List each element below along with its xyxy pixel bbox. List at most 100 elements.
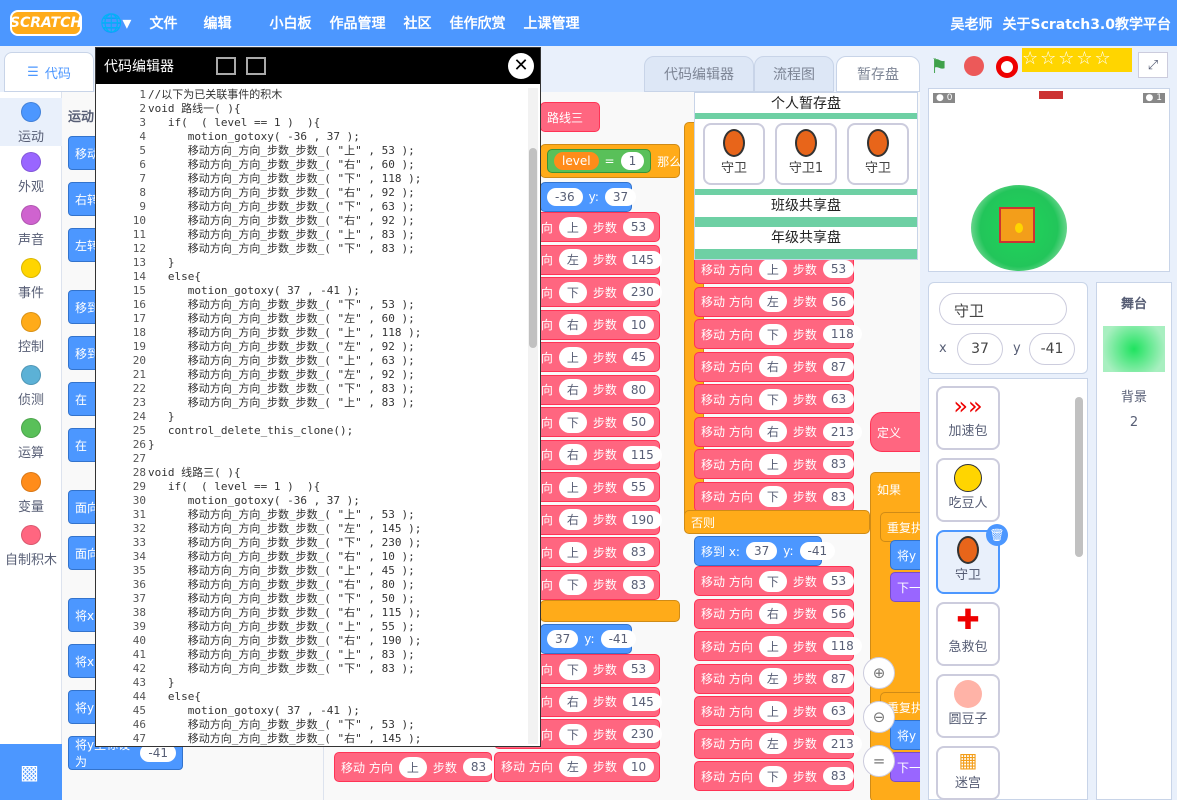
scrollbar-thumb[interactable] xyxy=(529,148,537,348)
next-costume-block[interactable]: 下一 xyxy=(890,572,920,602)
steps-input[interactable]: 53 xyxy=(822,260,855,278)
steps-input[interactable]: 53 xyxy=(622,660,655,678)
move-block[interactable]: 移动 方向下步数 63 xyxy=(694,384,855,414)
star-rating-icon[interactable]: ☆☆☆☆☆ xyxy=(1022,48,1132,72)
code-line[interactable]: 移动方向_方向_步数_步数_( "下" , 83 ); xyxy=(148,662,415,676)
steps-input[interactable]: 230 xyxy=(622,283,662,301)
code-editor-titlebar[interactable]: 代码编辑器 ✕ xyxy=(96,48,540,84)
code-line[interactable]: 移动方向_方向_步数_步数_( "下" , 83 ); xyxy=(148,382,415,396)
steps-input[interactable]: 83 xyxy=(622,575,655,594)
steps-input[interactable]: 10 xyxy=(622,757,655,776)
steps-input[interactable]: 53 xyxy=(822,572,855,590)
zoom-out-button[interactable]: ⊖ xyxy=(863,701,895,733)
class-stash-title[interactable]: 班级共享盘 xyxy=(695,195,917,215)
direction-input[interactable]: 上 xyxy=(758,258,787,280)
define-block[interactable]: 定义 xyxy=(870,412,920,452)
code-line[interactable]: 移动方向_方向_步数_步数_( "上" , 83 ); xyxy=(148,648,415,662)
move-block[interactable]: 移动 方向下步数83 xyxy=(694,481,855,512)
category-sound[interactable]: 声音 xyxy=(0,205,62,248)
code-line[interactable]: 移动方向_方向_步数_步数_( "左" , 92 ); xyxy=(148,368,415,382)
steps-input[interactable]: 83 xyxy=(822,767,855,785)
steps-input[interactable]: 80 xyxy=(622,380,655,399)
steps-input[interactable]: 118 xyxy=(822,637,862,655)
level-equals-block[interactable]: level = 1 xyxy=(547,149,652,173)
stash-item[interactable]: 守卫1 xyxy=(775,123,837,185)
about-link[interactable]: 关于Scratch3.0教学平台 xyxy=(1003,14,1172,34)
direction-input[interactable]: 下 xyxy=(558,574,587,595)
direction-input[interactable]: 下 xyxy=(758,323,787,345)
set-y-block[interactable]: 将y xyxy=(890,540,920,570)
extension-button[interactable]: ▩ xyxy=(0,744,62,800)
user-name[interactable]: 吴老师 xyxy=(951,14,993,34)
sprite-list-scrollbar[interactable] xyxy=(1075,397,1083,557)
category-motion[interactable]: 运动 xyxy=(0,98,62,146)
steps-input[interactable]: 115 xyxy=(622,445,662,464)
steps-input[interactable]: 213 xyxy=(822,422,862,441)
direction-input[interactable]: 左 xyxy=(558,249,587,270)
code-line[interactable]: 移动方向_方向_步数_步数_( "上" , 53 ); xyxy=(148,508,415,522)
steps-input[interactable]: 230 xyxy=(622,725,662,743)
code-line[interactable]: 移动方向_方向_步数_步数_( "上" , 45 ); xyxy=(148,564,415,578)
code-line[interactable]: 移动方向_方向_步数_步数_( "右" , 115 ); xyxy=(148,606,422,620)
code-line[interactable]: 移动方向_方向_步数_步数_( "下" , 53 ); xyxy=(148,718,415,732)
direction-input[interactable]: 下 xyxy=(758,486,787,507)
green-flag-icon[interactable]: ⚑ xyxy=(930,54,948,78)
steps-input[interactable]: 63 xyxy=(822,390,855,408)
code-line[interactable]: else{ xyxy=(148,270,201,284)
code-line[interactable]: 移动方向_方向_步数_步数_( "下" , 230 ); xyxy=(148,536,422,550)
stage-canvas[interactable]: ● 0 ● 1 xyxy=(928,88,1170,272)
code-line[interactable]: 移动方向_方向_步数_步数_( "左" , 60 ); xyxy=(148,312,415,326)
code-line[interactable]: } xyxy=(148,410,175,424)
stop-icon[interactable] xyxy=(964,56,984,76)
goto-xy-block[interactable]: 37 y: -41 xyxy=(540,624,637,654)
steps-input[interactable]: 53 xyxy=(622,218,655,236)
code-line[interactable]: 移动方向_方向_步数_步数_( "左" , 145 ); xyxy=(148,522,422,536)
direction-input[interactable]: 下 xyxy=(758,570,787,592)
code-text-area[interactable]: 1//以下为已关联事件的积木 2 void 路线一( ){3 if( ( level… xyxy=(96,84,526,746)
menu-whiteboard[interactable]: 小白板 xyxy=(269,13,311,33)
direction-input[interactable]: 右 xyxy=(558,509,587,530)
sprite-tile[interactable]: ▦ 迷宫 xyxy=(936,746,1000,800)
code-line[interactable]: 移动方向_方向_步数_步数_( "下" , 50 ); xyxy=(148,592,415,606)
menu-edit[interactable]: 编辑 xyxy=(203,13,231,33)
code-line[interactable]: 移动方向_方向_步数_步数_( "上" , 55 ); xyxy=(148,620,415,634)
code-line[interactable]: control_delete_this_clone(); xyxy=(148,424,353,438)
repeat-block[interactable]: 重复执 xyxy=(880,512,920,542)
direction-input[interactable]: 下 xyxy=(558,281,587,303)
tab-flowchart[interactable]: 流程图 xyxy=(754,56,834,92)
globe-icon[interactable]: 🌐▾ xyxy=(100,13,131,34)
direction-input[interactable]: 右 xyxy=(558,691,587,712)
direction-input[interactable]: 下 xyxy=(558,658,587,680)
sprite-tile[interactable]: 吃豆人 xyxy=(936,458,1000,522)
category-control[interactable]: 控制 xyxy=(0,312,62,355)
move-block[interactable]: 移动 方向左步数 56 xyxy=(694,286,855,317)
move-block[interactable]: 移动 方向右步数 87 xyxy=(694,351,855,382)
steps-input[interactable]: 55 xyxy=(622,478,655,496)
direction-input[interactable]: 上 xyxy=(558,346,587,368)
code-line[interactable]: 移动方向_方向_步数_步数_( "下" , 83 ); xyxy=(148,242,415,256)
direction-input[interactable]: 上 xyxy=(558,541,587,563)
steps-input[interactable]: 118 xyxy=(822,325,862,343)
code-line[interactable]: 移动方向_方向_步数_步数_( "上" , 83 ); xyxy=(148,396,415,410)
delete-icon[interactable]: 🗑 xyxy=(986,524,1008,546)
code-scrollbar[interactable] xyxy=(528,88,538,744)
minimize-icon[interactable] xyxy=(216,57,236,75)
move-block[interactable]: 移动 方向左步数 87 xyxy=(694,663,855,694)
move-block[interactable]: 移动 方向下步数 118 xyxy=(694,319,862,349)
code-line[interactable]: 移动方向_方向_步数_步数_( "上" , 118 ); xyxy=(148,326,422,340)
steps-input[interactable]: 63 xyxy=(822,702,855,720)
backdrop-thumbnail[interactable] xyxy=(1103,326,1165,372)
move-block[interactable]: 移动 方向下步数83 xyxy=(694,761,855,791)
grade-stash-title[interactable]: 年级共享盘 xyxy=(695,227,917,247)
zoom-reset-button[interactable]: = xyxy=(863,745,895,777)
zoom-in-button[interactable]: ⊕ xyxy=(863,657,895,689)
direction-input[interactable]: 上 xyxy=(558,476,587,498)
code-line[interactable]: 移动方向_方向_步数_步数_( "右" , 190 ); xyxy=(148,634,422,648)
code-line[interactable]: motion_gotoxy( 37 , -41 ); xyxy=(148,284,360,298)
sprite-tile[interactable]: 圆豆子 xyxy=(936,674,1000,738)
direction-input[interactable]: 左 xyxy=(758,733,787,754)
goto-xy-block[interactable]: -36 y: 37 xyxy=(540,182,637,212)
goto-xy-block[interactable]: 移到 x: 37 y: -41 xyxy=(694,536,836,566)
tab-code[interactable]: ☰ 代码 xyxy=(4,52,94,92)
direction-input[interactable]: 右 xyxy=(758,603,787,624)
